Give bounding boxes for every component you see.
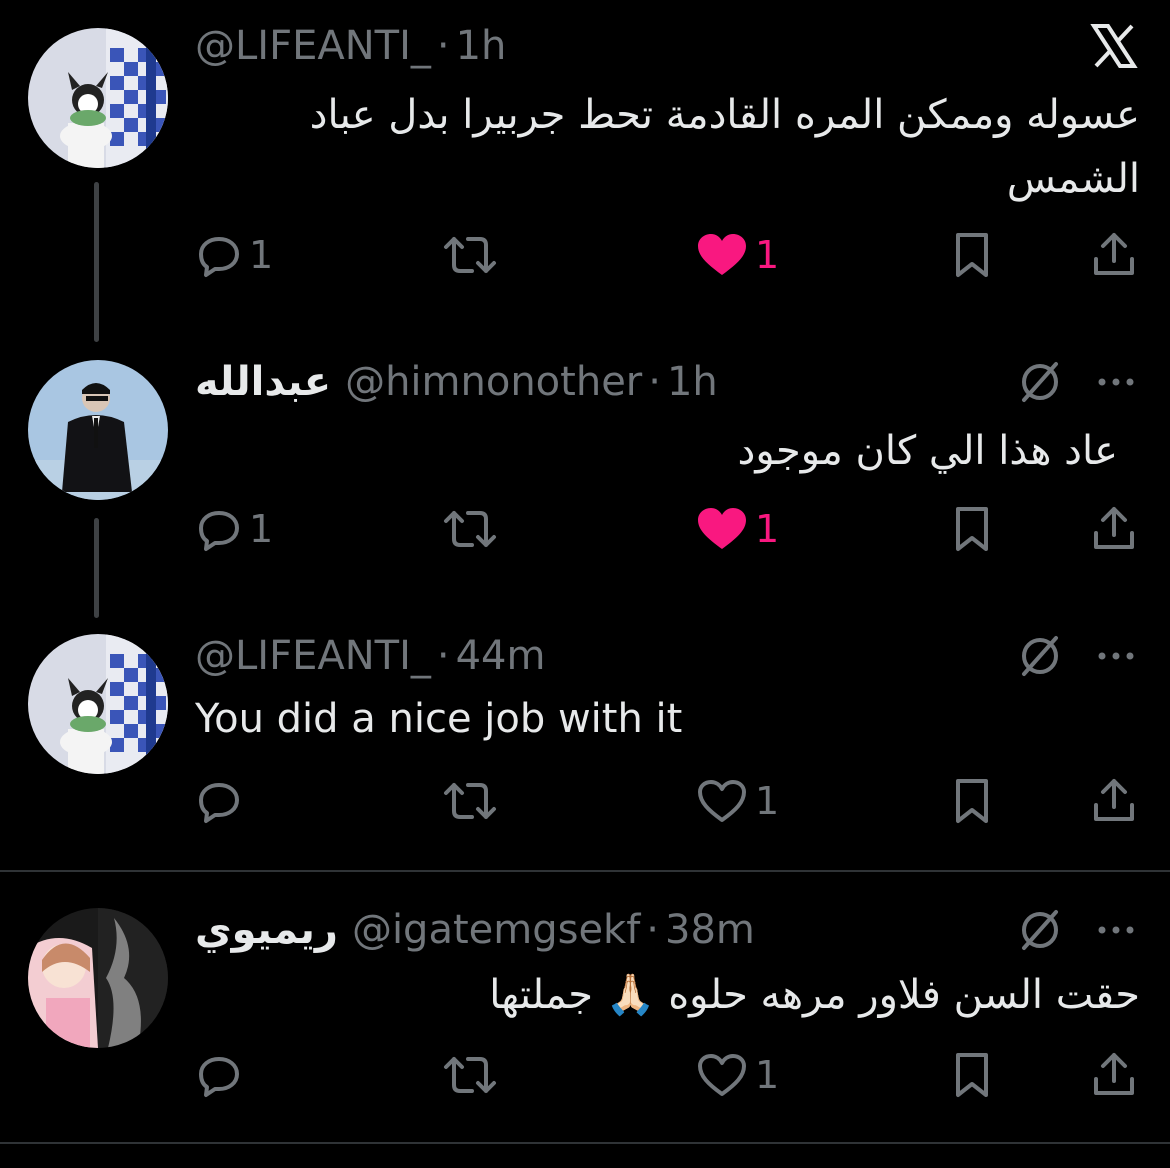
handle[interactable]: @igatemgsekf — [352, 907, 640, 953]
tweet-actions: 1 1 — [195, 228, 1140, 282]
retweet-button[interactable] — [440, 502, 500, 556]
share-button[interactable] — [1090, 502, 1138, 556]
like-count: 1 — [755, 1053, 780, 1097]
bookmark-button[interactable] — [950, 228, 994, 282]
reply-icon — [199, 1057, 239, 1097]
bookmark-button[interactable] — [950, 1048, 994, 1102]
share-button[interactable] — [1090, 228, 1138, 282]
retweet-icon — [444, 511, 496, 547]
avatar[interactable] — [28, 28, 168, 168]
bookmark-icon — [956, 1053, 988, 1097]
tweet-actions: 1 — [195, 1048, 1140, 1102]
handle[interactable]: @LIFEANTI_ — [195, 633, 431, 679]
reply-count: 1 — [249, 233, 274, 277]
retweet-icon — [444, 1057, 496, 1093]
bookmark-button[interactable] — [950, 774, 994, 828]
more-options-icon[interactable] — [1092, 358, 1140, 406]
share-icon — [1094, 233, 1134, 275]
display-name[interactable]: ريميوي — [195, 907, 338, 953]
like-count: 1 — [755, 233, 780, 277]
more-options-icon[interactable] — [1092, 906, 1140, 954]
separator: · — [646, 907, 660, 953]
like-button[interactable]: 1 — [695, 502, 779, 556]
reply-icon — [199, 511, 239, 551]
tweet-text: You did a nice job with it — [195, 696, 683, 742]
retweet-icon — [444, 783, 496, 819]
separator: · — [648, 359, 661, 405]
avatar[interactable] — [28, 360, 168, 500]
share-button[interactable] — [1090, 774, 1138, 828]
reply-button[interactable] — [195, 774, 249, 828]
avatar-image — [28, 28, 168, 168]
tweet-text: حقت السن فلاور مرهه حلوه 🙏🏻 جملتها — [489, 972, 1140, 1018]
divider — [0, 870, 1170, 872]
handle[interactable]: @himnonother — [345, 359, 642, 405]
timestamp[interactable]: 38m — [665, 907, 755, 953]
retweet-icon — [444, 237, 496, 273]
tweet-meta: عبدالله @himnonother · 1h — [195, 354, 718, 410]
share-icon — [1094, 507, 1134, 549]
bookmark-icon — [956, 233, 988, 277]
heart-filled-icon — [698, 234, 746, 275]
bookmark-icon — [956, 507, 988, 551]
tweet-text: عاد هذا الي كان موجود — [737, 428, 1118, 474]
display-name[interactable]: عبدالله — [195, 359, 331, 405]
reply-icon — [199, 237, 239, 277]
heart-outline-icon — [698, 1054, 746, 1096]
timestamp[interactable]: 44m — [456, 633, 546, 679]
avatar[interactable] — [28, 908, 168, 1048]
grok-icon[interactable] — [1016, 906, 1064, 954]
avatar-image — [28, 908, 168, 1048]
tweet-meta: @LIFEANTI_ · 1h — [195, 18, 506, 74]
tweet-actions: 1 — [195, 774, 1140, 828]
like-count: 1 — [755, 779, 780, 823]
reply-button[interactable]: 1 — [195, 502, 273, 556]
like-button[interactable]: 1 — [695, 774, 779, 828]
reply-icon — [199, 783, 239, 823]
tweet-text: الشمس — [1006, 156, 1140, 202]
handle[interactable]: @LIFEANTI_ — [195, 23, 431, 69]
tweet-actions: 1 1 — [195, 502, 1140, 556]
like-count: 1 — [755, 507, 780, 551]
tweet-meta: @LIFEANTI_ · 44m — [195, 628, 545, 684]
share-icon — [1094, 779, 1134, 821]
divider — [0, 1142, 1170, 1144]
bookmark-icon — [956, 779, 988, 823]
timestamp[interactable]: 1h — [667, 359, 718, 405]
like-button[interactable]: 1 — [695, 1048, 779, 1102]
reply-count: 1 — [249, 507, 274, 551]
tweet-meta: ريميوي @igatemgsekf · 38m — [195, 902, 755, 958]
more-options-icon[interactable] — [1092, 632, 1140, 680]
reply-button[interactable] — [195, 1048, 249, 1102]
separator: · — [436, 633, 450, 679]
retweet-button[interactable] — [440, 228, 500, 282]
heart-outline-icon — [698, 780, 746, 822]
grok-icon[interactable] — [1016, 632, 1064, 680]
x-close-icon[interactable] — [1088, 20, 1140, 72]
grok-icon[interactable] — [1016, 358, 1064, 406]
share-button[interactable] — [1090, 1048, 1138, 1102]
reply-button[interactable]: 1 — [195, 228, 273, 282]
bookmark-button[interactable] — [950, 502, 994, 556]
avatar-image — [28, 360, 168, 500]
tweet-text: عسوله وممكن المره القادمة تحط جربيرا بدل… — [309, 92, 1140, 138]
avatar[interactable] — [28, 634, 168, 774]
separator: · — [436, 23, 450, 69]
like-button[interactable]: 1 — [695, 228, 779, 282]
retweet-button[interactable] — [440, 1048, 500, 1102]
retweet-button[interactable] — [440, 774, 500, 828]
thread-line — [94, 518, 99, 618]
share-icon — [1094, 1053, 1134, 1095]
timestamp[interactable]: 1h — [456, 23, 507, 69]
avatar-image — [28, 634, 168, 774]
thread-line — [94, 182, 99, 342]
heart-filled-icon — [698, 508, 746, 549]
